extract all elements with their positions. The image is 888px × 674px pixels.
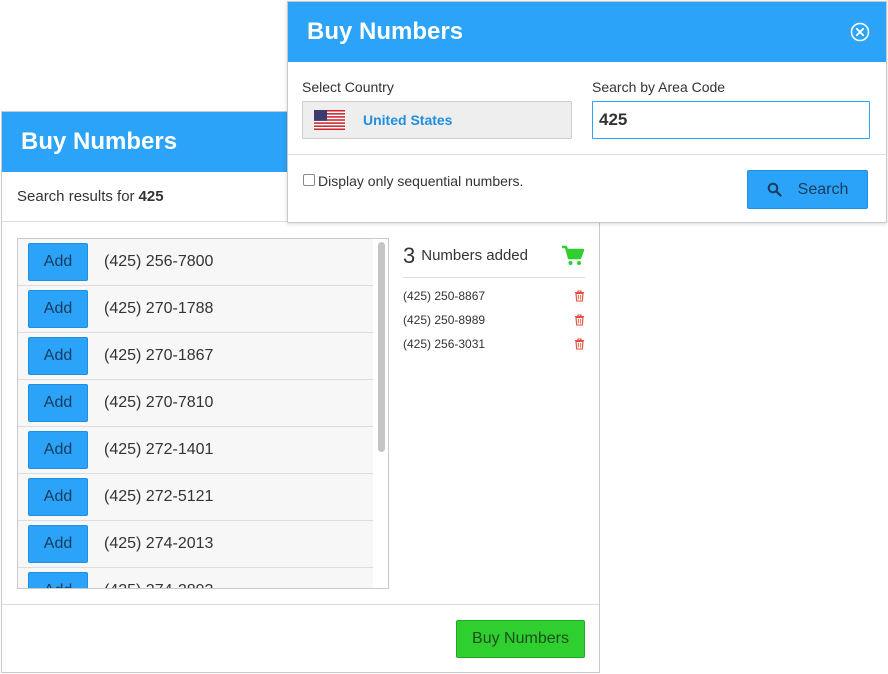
buy-numbers-button[interactable]: Buy Numbers: [456, 620, 585, 658]
phone-number: (425) 272-1401: [104, 441, 214, 458]
phone-number: (425) 274-2013: [104, 535, 214, 552]
added-numbers-panel: 3 Numbers added (425) 250-8867 (425) 250-…: [403, 238, 585, 356]
close-icon[interactable]: [850, 22, 870, 42]
divider: [288, 154, 886, 155]
results-prefix: Search results for: [17, 188, 135, 205]
number-rows: Add (425) 256-7800 Add (425) 270-1788 Add (42…: [18, 239, 373, 588]
search-icon: [767, 182, 782, 197]
buy-numbers-search-dialog: Buy Numbers Select Country United States…: [287, 1, 887, 223]
sequential-checkbox[interactable]: [303, 174, 315, 186]
added-count: 3: [403, 242, 416, 268]
added-number: (425) 256-3031: [403, 337, 486, 351]
number-row: Add (425) 256-7800: [18, 239, 373, 286]
area-code-label: Search by Area Code: [592, 79, 726, 95]
number-row: Add (425) 274-2893: [18, 568, 373, 588]
add-number-button[interactable]: Add: [28, 290, 88, 328]
trash-icon[interactable]: [574, 290, 585, 302]
added-number-item: (425) 250-8867: [403, 284, 585, 308]
results-query: 425: [138, 188, 164, 205]
added-number: (425) 250-8989: [403, 313, 486, 327]
dialog-footer: Buy Numbers: [2, 604, 599, 673]
added-label: Numbers added: [421, 247, 528, 264]
country-value: United States: [363, 112, 453, 128]
number-row: Add (425) 270-7810: [18, 380, 373, 427]
number-results-list[interactable]: Add (425) 256-7800 Add (425) 270-1788 Add (42…: [17, 238, 389, 589]
us-flag-icon: [314, 110, 345, 130]
add-number-button[interactable]: Add: [28, 525, 88, 563]
country-label: Select Country: [302, 79, 394, 95]
add-number-button[interactable]: Add: [28, 431, 88, 469]
number-row: Add (425) 274-2013: [18, 521, 373, 568]
dialog-title: Buy Numbers: [21, 128, 178, 155]
trash-icon[interactable]: [574, 314, 585, 326]
added-number-item: (425) 256-3031: [403, 332, 585, 356]
added-numbers-header: 3 Numbers added: [403, 238, 585, 278]
number-row: Add (425) 272-5121: [18, 474, 373, 521]
add-number-button[interactable]: Add: [28, 478, 88, 516]
search-button[interactable]: Search: [747, 170, 868, 209]
added-numbers-list: (425) 250-8867 (425) 250-8989 (425) 256-30…: [403, 278, 585, 356]
sequential-label: Display only sequential numbers.: [318, 173, 524, 189]
add-number-button[interactable]: Add: [28, 243, 88, 281]
dialog-header: Buy Numbers: [288, 2, 886, 62]
number-row: Add (425) 270-1867: [18, 333, 373, 380]
phone-number: (425) 270-7810: [104, 394, 214, 411]
phone-number: (425) 256-7800: [104, 253, 214, 270]
phone-number: (425) 274-2893: [104, 582, 213, 588]
trash-icon[interactable]: [574, 338, 585, 350]
number-row: Add (425) 270-1788: [18, 286, 373, 333]
area-code-input[interactable]: [592, 101, 870, 139]
cart-icon[interactable]: [561, 245, 585, 267]
added-number: (425) 250-8867: [403, 289, 486, 303]
list-scrollbar[interactable]: [378, 242, 385, 452]
phone-number: (425) 272-5121: [104, 488, 214, 505]
added-number-item: (425) 250-8989: [403, 308, 585, 332]
add-number-button[interactable]: Add: [28, 384, 88, 422]
add-number-button[interactable]: Add: [28, 572, 88, 588]
phone-number: (425) 270-1788: [104, 300, 214, 317]
add-number-button[interactable]: Add: [28, 337, 88, 375]
phone-number: (425) 270-1867: [104, 347, 214, 364]
search-button-label: Search: [797, 180, 849, 198]
number-row: Add (425) 272-1401: [18, 427, 373, 474]
dialog-title: Buy Numbers: [307, 18, 464, 45]
country-select[interactable]: United States: [302, 101, 572, 139]
